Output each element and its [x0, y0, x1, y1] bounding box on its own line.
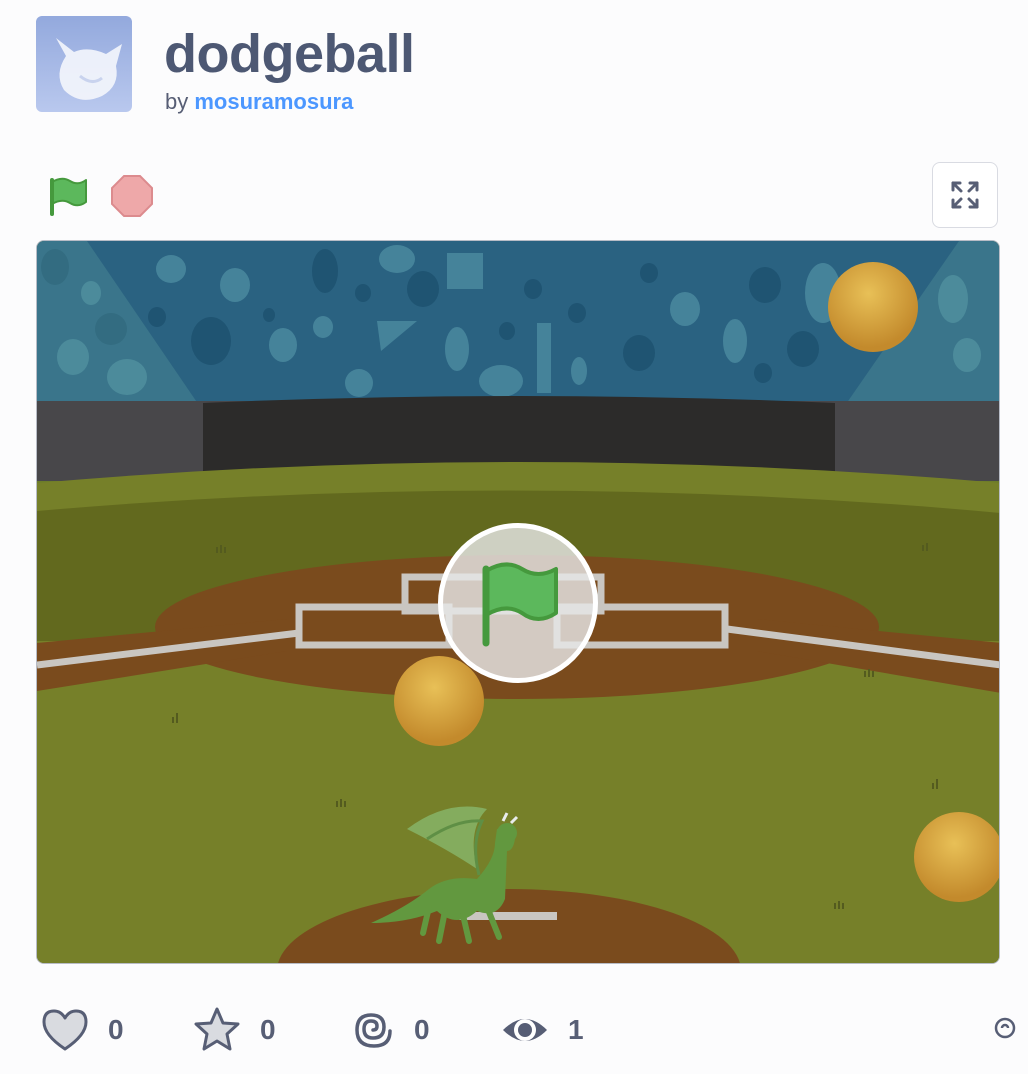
favorite-count: 0: [260, 1014, 276, 1045]
love-count: 0: [108, 1014, 124, 1045]
project-thumbnail[interactable]: [36, 16, 132, 112]
author-link[interactable]: mosuramosura: [194, 89, 353, 114]
project-stage[interactable]: [36, 240, 1000, 964]
green-flag-button[interactable]: [44, 172, 92, 220]
view-count: 1: [568, 1014, 584, 1045]
stop-icon: [111, 175, 153, 217]
project-title: dodgeball: [164, 24, 415, 84]
byline: by mosuramosura: [165, 89, 353, 115]
fullscreen-button[interactable]: [932, 162, 998, 228]
favorite-stat[interactable]: 0: [192, 1006, 276, 1054]
love-stat[interactable]: 0: [40, 1006, 124, 1054]
dragon-sprite: [371, 806, 519, 944]
copy-link-icon[interactable]: [993, 1016, 1017, 1040]
remix-count: 0: [414, 1014, 430, 1045]
by-label: by: [165, 89, 189, 114]
view-stat: 1: [500, 1006, 584, 1054]
ball-sprite: [914, 812, 999, 902]
remix-stat[interactable]: 0: [350, 1006, 430, 1054]
heart-icon: [42, 1009, 88, 1051]
green-flag-icon: [50, 177, 87, 216]
scratch-cat-icon: [56, 38, 122, 100]
start-overlay-button[interactable]: [438, 523, 598, 683]
green-flag-icon: [482, 562, 558, 647]
star-icon: [194, 1007, 240, 1051]
project-stats: 0 0 0 1: [0, 1000, 1028, 1060]
fullscreen-icon: [951, 181, 979, 209]
ball-sprite: [828, 262, 918, 352]
remix-spiral-icon: [355, 1013, 392, 1048]
stop-button[interactable]: [108, 172, 156, 220]
ball-sprite: [394, 656, 484, 746]
eye-icon: [503, 1019, 547, 1041]
